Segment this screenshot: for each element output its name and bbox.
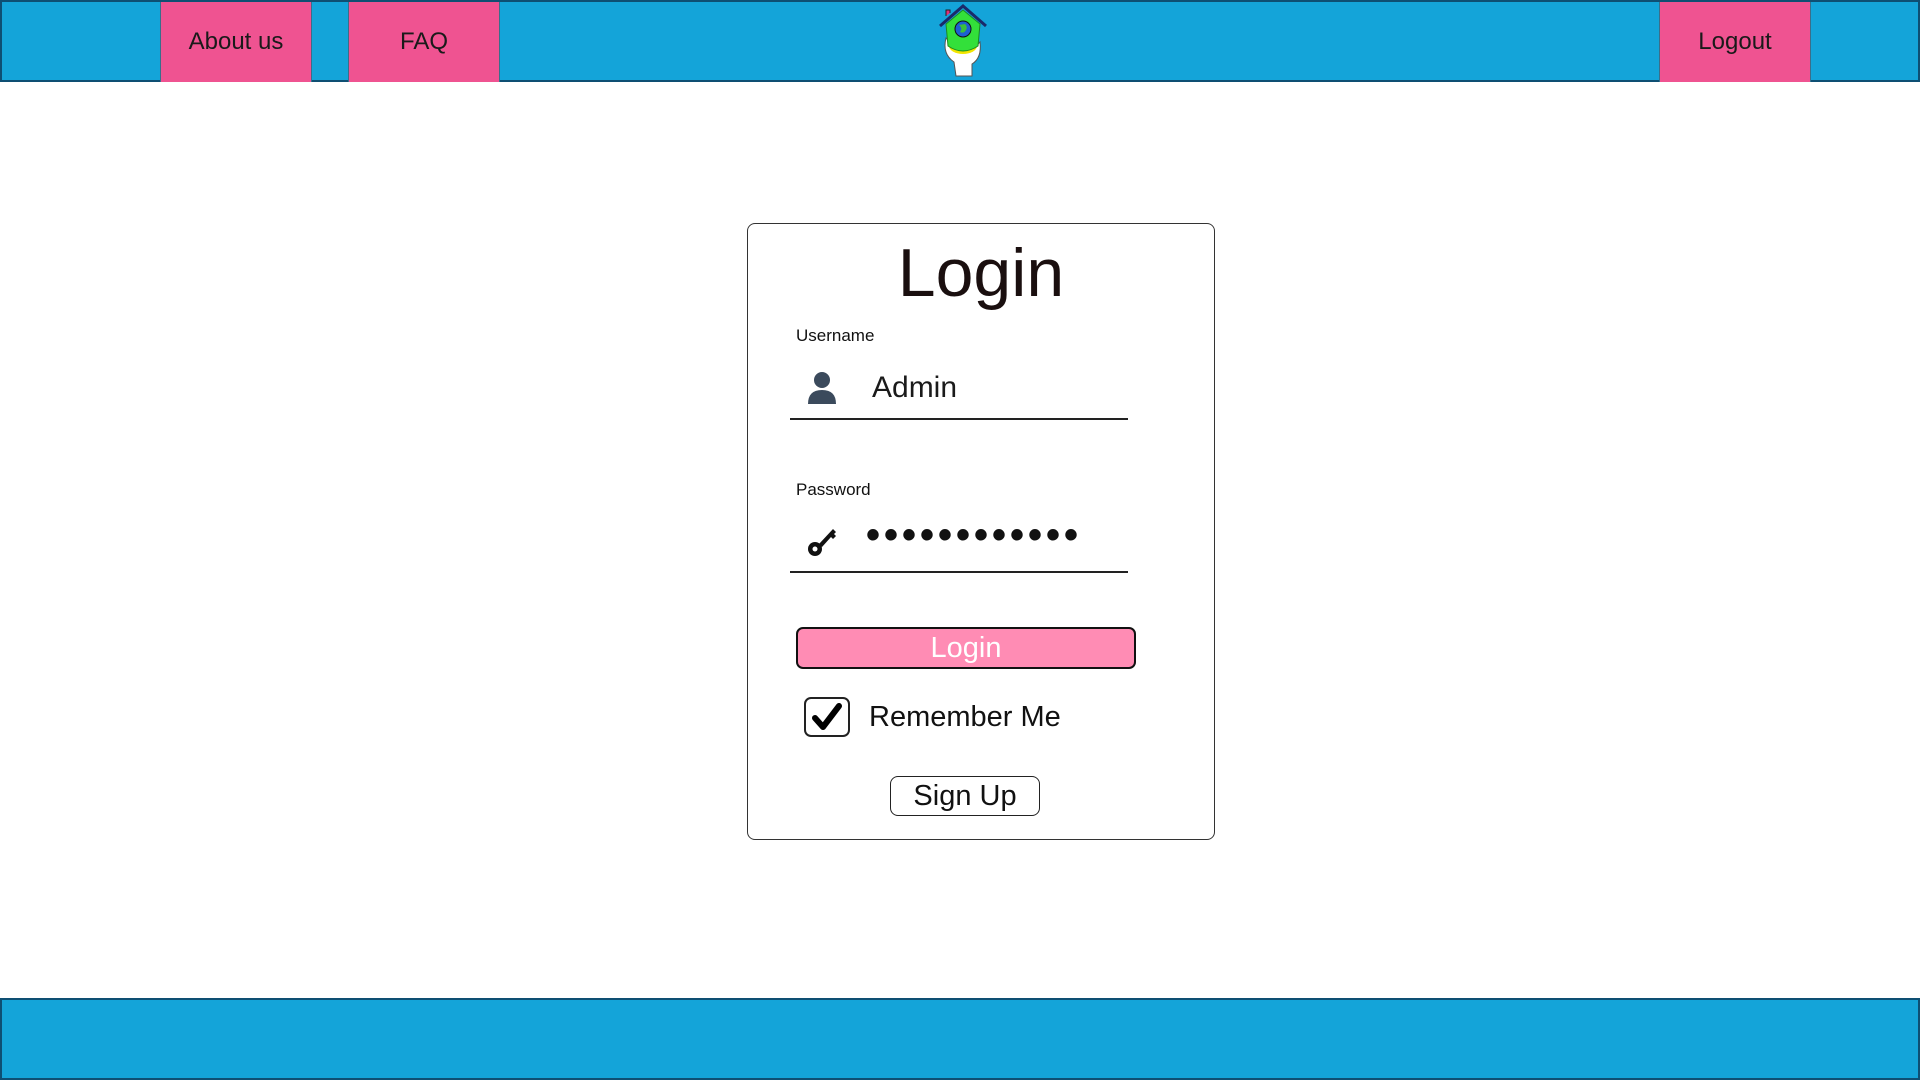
house-globe-hand-logo-icon[interactable] bbox=[932, 2, 994, 78]
password-input[interactable]: •••••••••••• bbox=[866, 513, 1082, 558]
key-icon bbox=[808, 529, 836, 556]
remember-me-label[interactable]: Remember Me bbox=[869, 701, 1061, 734]
remember-me-checkbox[interactable] bbox=[804, 697, 850, 737]
login-title: Login bbox=[897, 235, 1065, 311]
top-navbar: About us FAQ Logout bbox=[0, 0, 1920, 82]
sign-up-button[interactable]: Sign Up bbox=[890, 776, 1040, 816]
username-input[interactable] bbox=[870, 370, 1110, 406]
username-label: Username bbox=[796, 326, 875, 345]
password-label: Password bbox=[796, 480, 871, 499]
login-card: Login Username Password •••••••••••• Log… bbox=[747, 223, 1215, 840]
faq-button[interactable]: FAQ bbox=[348, 2, 500, 82]
login-button[interactable]: Login bbox=[796, 627, 1136, 669]
footer-bar bbox=[0, 998, 1920, 1080]
user-icon bbox=[808, 372, 836, 404]
logout-button[interactable]: Logout bbox=[1659, 2, 1811, 82]
checkmark-icon bbox=[812, 703, 842, 730]
about-us-button[interactable]: About us bbox=[160, 2, 312, 82]
username-field[interactable] bbox=[790, 356, 1128, 420]
password-field[interactable]: •••••••••••• bbox=[790, 509, 1128, 573]
